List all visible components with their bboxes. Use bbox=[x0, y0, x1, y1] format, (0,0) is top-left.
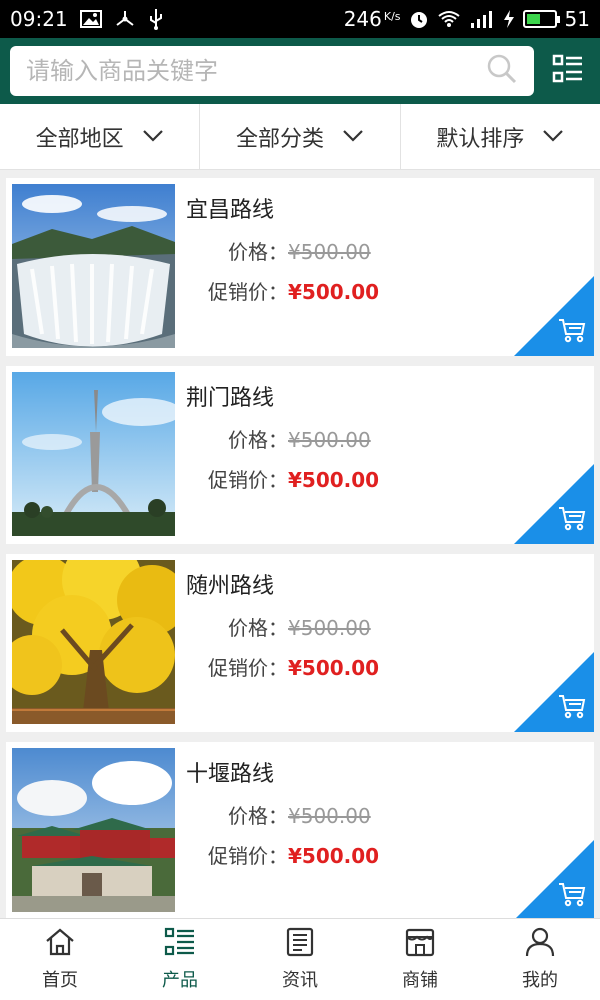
filter-sort-label: 默认排序 bbox=[436, 126, 525, 152]
product-card[interactable]: 十堰路线 价格： ¥500.00 促销价： ¥500.00 bbox=[6, 742, 594, 918]
promo-price: ¥500.00 bbox=[288, 280, 380, 304]
status-bar-right: 246 K/s 51 bbox=[344, 7, 590, 31]
filter-sort[interactable]: 默认排序 bbox=[399, 104, 600, 169]
nav-news-label: 资讯 bbox=[282, 970, 318, 991]
nav-products-label: 产品 bbox=[162, 970, 198, 991]
status-time: 09:21 bbox=[10, 7, 68, 31]
nav-profile-label: 我的 bbox=[522, 970, 558, 991]
user-icon bbox=[524, 927, 556, 962]
nav-profile[interactable]: 我的 bbox=[480, 919, 600, 1000]
filter-category-label: 全部分类 bbox=[235, 126, 324, 152]
original-price: ¥500.00 bbox=[288, 240, 371, 264]
charging-icon bbox=[503, 9, 515, 29]
battery-percent: 51 bbox=[564, 7, 590, 31]
alarm-icon bbox=[409, 9, 429, 29]
filter-bar: 全部地区 全部分类 默认排序 bbox=[0, 104, 600, 170]
chevron-down-icon bbox=[142, 124, 164, 149]
cart-icon bbox=[558, 694, 586, 724]
product-title[interactable]: 荆门路线 bbox=[186, 380, 274, 412]
price-label: 价格： bbox=[228, 428, 288, 452]
status-bar-left: 09:21 bbox=[10, 7, 164, 31]
promo-price-label: 促销价： bbox=[208, 468, 288, 492]
image-icon bbox=[79, 10, 102, 28]
original-price-row: 价格： ¥500.00 bbox=[198, 800, 371, 829]
add-to-cart-button[interactable] bbox=[514, 840, 594, 918]
promo-price: ¥500.00 bbox=[288, 656, 380, 680]
cart-icon bbox=[558, 506, 586, 536]
list-view-icon bbox=[552, 54, 584, 88]
product-image-ginkgo[interactable] bbox=[12, 560, 175, 724]
nav-news[interactable]: 资讯 bbox=[240, 919, 360, 1000]
header bbox=[0, 38, 600, 104]
product-image-monument[interactable] bbox=[12, 372, 175, 536]
list-view-button[interactable] bbox=[546, 49, 590, 93]
promo-price: ¥500.00 bbox=[288, 468, 380, 492]
signal-4g-icon bbox=[469, 9, 495, 29]
cart-icon bbox=[558, 318, 586, 348]
add-to-cart-button[interactable] bbox=[514, 652, 594, 732]
promo-price: ¥500.00 bbox=[288, 844, 380, 868]
home-icon bbox=[44, 927, 76, 962]
promo-price-label: 促销价： bbox=[208, 280, 288, 304]
promo-price-row: 促销价： ¥500.00 bbox=[198, 840, 379, 869]
nav-home[interactable]: 首页 bbox=[0, 919, 120, 1000]
product-card[interactable]: 荆门路线 价格： ¥500.00 促销价： ¥500.00 bbox=[6, 366, 594, 544]
usb-debug-icon bbox=[114, 9, 136, 29]
nav-products[interactable]: 产品 bbox=[120, 919, 240, 1000]
product-title[interactable]: 随州路线 bbox=[186, 568, 274, 600]
promo-price-row: 促销价： ¥500.00 bbox=[198, 276, 379, 305]
promo-price-label: 促销价： bbox=[208, 844, 288, 868]
search-icon[interactable] bbox=[486, 53, 518, 89]
original-price: ¥500.00 bbox=[288, 428, 371, 452]
news-icon bbox=[284, 927, 316, 962]
wifi-icon bbox=[437, 10, 461, 28]
battery-fill bbox=[526, 14, 540, 24]
product-card[interactable]: 宜昌路线 价格： ¥500.00 促销价： ¥500.00 bbox=[6, 178, 594, 356]
nav-home-label: 首页 bbox=[42, 970, 78, 991]
product-list: 宜昌路线 价格： ¥500.00 促销价： ¥500.00 荆门路线 价格： ¥… bbox=[0, 170, 600, 918]
add-to-cart-button[interactable] bbox=[514, 464, 594, 544]
battery-icon bbox=[522, 10, 560, 28]
cart-icon bbox=[558, 882, 586, 912]
original-price-row: 价格： ¥500.00 bbox=[198, 612, 371, 641]
original-price-row: 价格： ¥500.00 bbox=[198, 236, 371, 265]
product-title[interactable]: 十堰路线 bbox=[186, 756, 274, 788]
product-title[interactable]: 宜昌路线 bbox=[186, 192, 274, 224]
chevron-down-icon bbox=[342, 124, 364, 149]
search-input[interactable] bbox=[26, 57, 486, 85]
filter-region-label: 全部地区 bbox=[35, 126, 124, 152]
product-card[interactable]: 随州路线 价格： ¥500.00 促销价： ¥500.00 bbox=[6, 554, 594, 732]
promo-price-row: 促销价： ¥500.00 bbox=[198, 652, 379, 681]
status-bar: 09:21 246 K/s 51 bbox=[0, 0, 600, 38]
product-image-temple[interactable] bbox=[12, 748, 175, 912]
chevron-down-icon bbox=[542, 124, 564, 149]
price-label: 价格： bbox=[228, 240, 288, 264]
promo-price-label: 促销价： bbox=[208, 656, 288, 680]
original-price-row: 价格： ¥500.00 bbox=[198, 424, 371, 453]
price-label: 价格： bbox=[228, 616, 288, 640]
nav-shop-label: 商铺 bbox=[402, 970, 438, 991]
price-label: 价格： bbox=[228, 804, 288, 828]
original-price: ¥500.00 bbox=[288, 616, 371, 640]
add-to-cart-button[interactable] bbox=[514, 276, 594, 356]
net-speed-unit: K/s bbox=[383, 9, 401, 23]
nav-shop[interactable]: 商铺 bbox=[360, 919, 480, 1000]
filter-region[interactable]: 全部地区 bbox=[0, 104, 199, 169]
shop-icon bbox=[404, 927, 436, 962]
promo-price-row: 促销价： ¥500.00 bbox=[198, 464, 379, 493]
net-speed: 246 bbox=[343, 7, 382, 31]
bottom-nav: 首页 产品 资讯 商铺 我的 bbox=[0, 918, 600, 1000]
filter-category[interactable]: 全部分类 bbox=[199, 104, 399, 169]
product-list-icon bbox=[164, 927, 196, 962]
product-image-dam[interactable] bbox=[12, 184, 175, 348]
search-box[interactable] bbox=[10, 46, 534, 96]
usb-icon bbox=[148, 8, 164, 30]
original-price: ¥500.00 bbox=[288, 804, 371, 828]
